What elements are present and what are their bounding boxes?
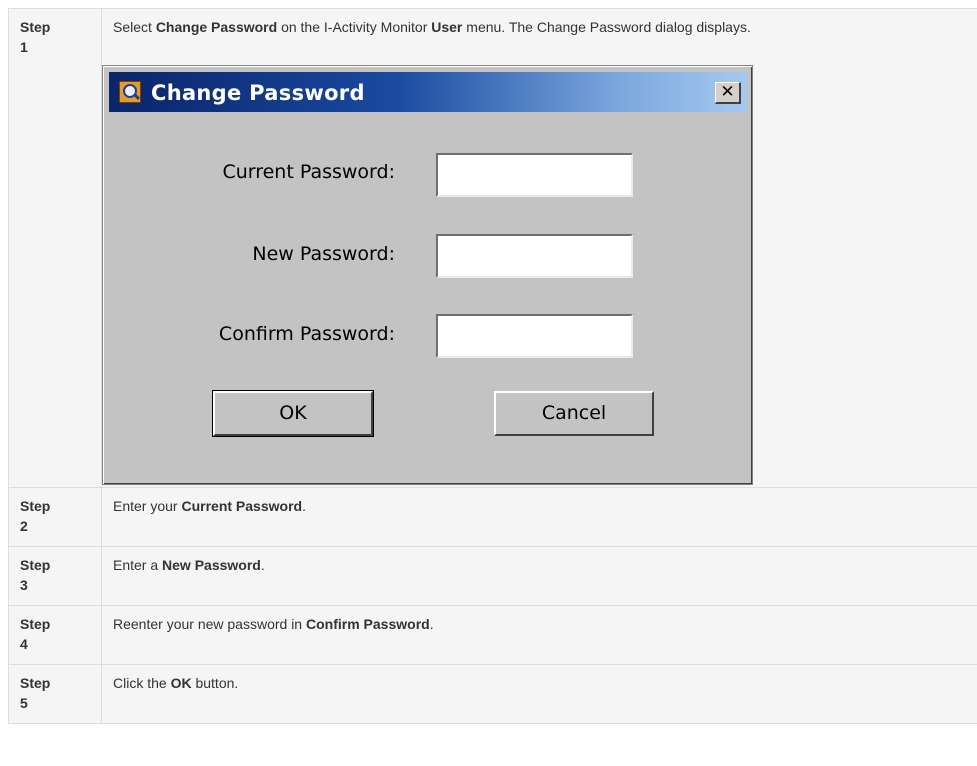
step-text-part: .: [260, 557, 265, 573]
step-text-part: on the I-Activity Monitor: [277, 19, 432, 35]
step-number: 1: [20, 39, 28, 55]
step-text-3: Enter a New Password.: [101, 546, 977, 606]
step-label-1: Step 1: [8, 8, 102, 488]
cancel-button[interactable]: Cancel: [494, 391, 654, 436]
step-number: 3: [20, 577, 28, 593]
close-icon: ✕: [720, 82, 735, 102]
step-row-3: Step 3 Enter a New Password.: [8, 546, 977, 606]
step-text-bold: Confirm Password: [306, 616, 430, 632]
dialog-title: Change Password: [151, 81, 365, 105]
step-text-part: Enter a: [113, 557, 163, 573]
step-text-part: Click the: [113, 675, 171, 691]
magnifier-icon: [119, 81, 141, 103]
close-button[interactable]: ✕: [715, 82, 741, 104]
step-text-2: Enter your Current Password.: [101, 487, 977, 547]
step-text-part: button.: [191, 675, 239, 691]
step-text-part: .: [302, 498, 306, 514]
step-number: 4: [20, 636, 28, 652]
step-text-part: Enter your: [113, 498, 182, 514]
step-text-4: Reenter your new password in Confirm Pas…: [101, 605, 977, 665]
step-text-bold: New Password: [162, 557, 261, 573]
new-password-label: New Password:: [252, 243, 395, 265]
confirm-password-field[interactable]: [436, 314, 633, 358]
step-row-4: Step 4 Reenter your new password in Conf…: [8, 605, 977, 665]
step-word: Step: [20, 616, 51, 632]
current-password-field[interactable]: [436, 153, 633, 197]
step-text-5: Click the OK button.: [101, 664, 977, 724]
step-word: Step: [20, 557, 51, 573]
current-password-label: Current Password:: [222, 161, 395, 183]
step-word: Step: [20, 498, 51, 514]
step-label-5: Step 5: [8, 664, 102, 724]
confirm-password-label: Confirm Password:: [218, 323, 395, 345]
step-text-part: .: [429, 616, 434, 632]
step-text-bold: Current Password: [181, 498, 303, 514]
step-word: Step: [20, 19, 51, 35]
step-text-bold: OK: [170, 675, 192, 691]
ok-button[interactable]: OK: [212, 390, 374, 437]
step-text-part: menu. The Change Password dialog display…: [462, 19, 751, 35]
step-text-bold: User: [431, 19, 463, 35]
step-number: 2: [20, 518, 28, 534]
step-row-2: Step 2 Enter your Current Password.: [8, 487, 977, 547]
step-label-2: Step 2: [8, 487, 102, 547]
step-text-bold: Change Password: [155, 19, 278, 35]
step-row-5: Step 5 Click the OK button.: [8, 664, 977, 724]
new-password-field[interactable]: [436, 234, 633, 278]
step-text-part: Reenter your new password in: [113, 616, 306, 632]
dialog-titlebar[interactable]: Change Password ✕: [109, 72, 747, 112]
step-label-4: Step 4: [8, 605, 102, 665]
step-number: 5: [20, 695, 28, 711]
change-password-dialog: Change Password ✕ Current Password: New …: [102, 65, 753, 485]
step-label-3: Step 3: [8, 546, 102, 606]
step-word: Step: [20, 675, 51, 691]
step-text-part: Select: [113, 19, 156, 35]
